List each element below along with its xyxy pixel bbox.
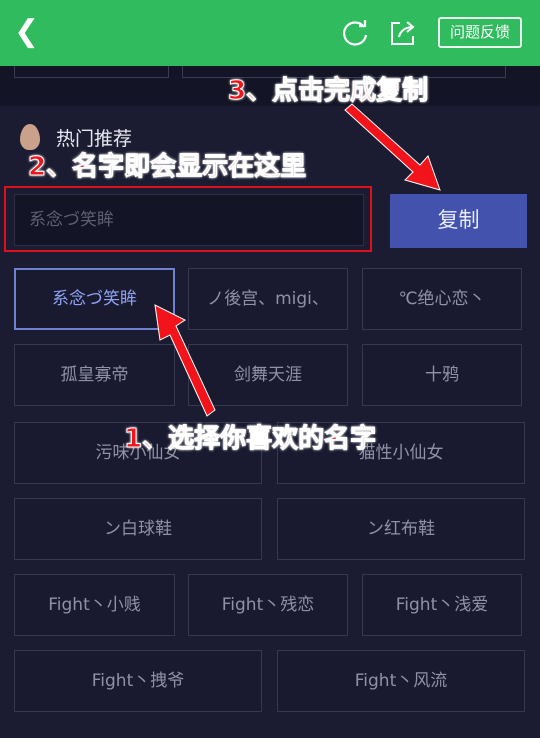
name-tile[interactable]: ℃绝心恋丶 xyxy=(362,268,522,330)
step2-caption: 2、名字即会显示在这里 xyxy=(27,152,307,183)
name-tile[interactable]: Fight丶残恋 xyxy=(188,574,348,636)
name-tile[interactable]: 孤皇寡帝 xyxy=(14,344,175,406)
name-tile[interactable]: Fight丶风流 xyxy=(277,650,525,712)
step3-caption: 3、点击完成复制 xyxy=(227,76,429,107)
name-tile[interactable]: Fight丶浅爱 xyxy=(362,574,522,636)
name-input[interactable]: 系念づ笑眸 xyxy=(14,194,364,246)
copy-button[interactable]: 复制 xyxy=(390,194,527,248)
share-icon[interactable] xyxy=(388,18,418,48)
name-tile[interactable]: ノ後宫、migi、 xyxy=(188,268,348,330)
name-tile[interactable]: ン红布鞋 xyxy=(277,498,525,560)
app-header: ❮ 问题反馈 xyxy=(0,0,540,66)
name-tile[interactable]: Fight丶拽爷 xyxy=(14,650,262,712)
step1-caption: 1、选择你喜欢的名字 xyxy=(123,424,377,455)
refresh-icon[interactable] xyxy=(340,18,370,48)
chevron-left-icon[interactable]: ❮ xyxy=(14,14,39,50)
name-tile[interactable]: 剑舞天涯 xyxy=(188,344,348,406)
name-tile[interactable]: 十鸦 xyxy=(362,344,522,406)
name-tile[interactable]: Fight丶小贱 xyxy=(14,574,175,636)
partial-tile xyxy=(14,66,169,78)
name-tile[interactable]: 系念づ笑眸 xyxy=(14,268,175,330)
name-tile[interactable]: ン白球鞋 xyxy=(14,498,262,560)
feedback-button[interactable]: 问题反馈 xyxy=(438,17,522,48)
